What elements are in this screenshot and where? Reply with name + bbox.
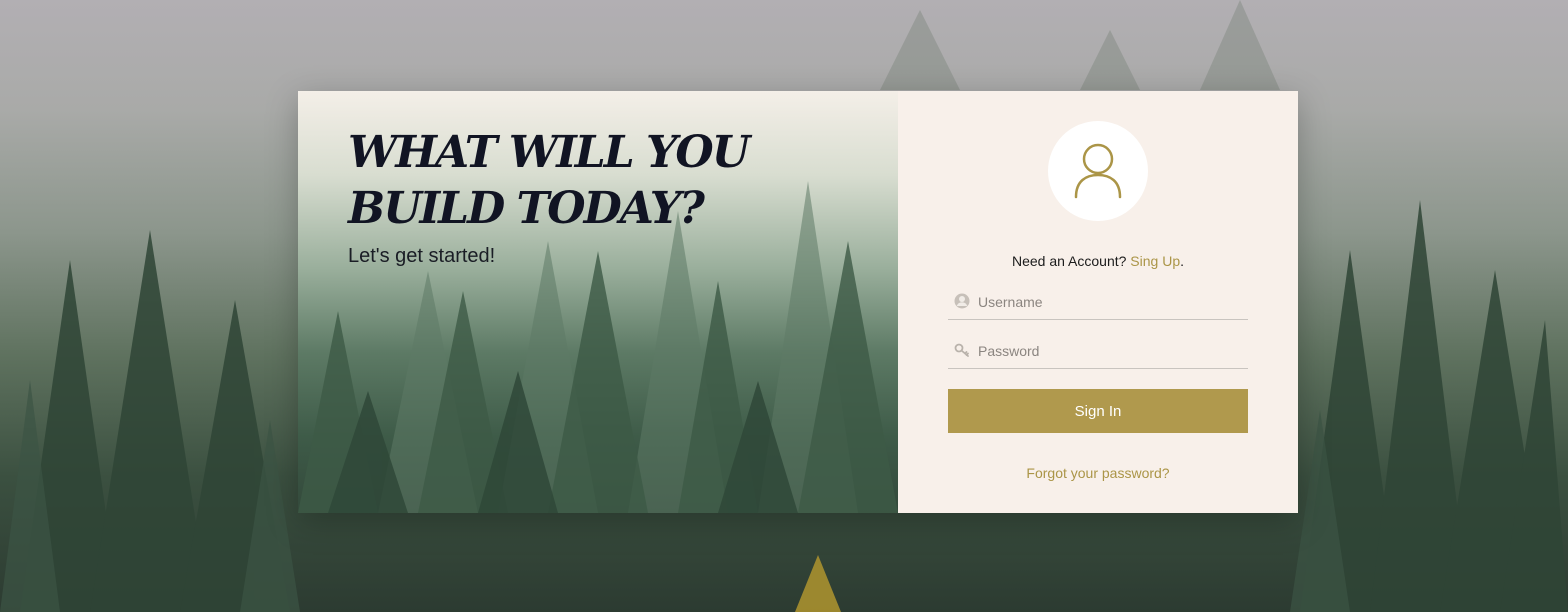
need-account-text: Need an Account?: [1011, 253, 1127, 269]
password-field: [948, 336, 1248, 369]
hero-subtitle: Let's get started!: [348, 245, 496, 267]
forgot-password-link[interactable]: Forgot your password?: [898, 465, 1298, 481]
login-card: WHAT WILL YOU BUILD TODAY? Let's get sta…: [298, 91, 1298, 513]
sign-in-button[interactable]: Sign In: [948, 389, 1248, 433]
avatar: [1048, 121, 1148, 221]
need-account-line: Need an Account? Sing Up.: [898, 253, 1298, 269]
hero-title: WHAT WILL YOU BUILD TODAY?: [348, 127, 750, 234]
key-icon: [954, 343, 969, 357]
login-panel: Need an Account? Sing Up. Sign In Forgot…: [898, 91, 1298, 513]
need-account-period: .: [1180, 253, 1184, 269]
user-outline-icon: [1074, 143, 1122, 199]
signup-link[interactable]: Sing Up: [1130, 253, 1180, 269]
hero-panel: WHAT WILL YOU BUILD TODAY? Let's get sta…: [298, 91, 898, 513]
user-circle-icon: [954, 293, 970, 309]
username-field: [948, 287, 1248, 320]
username-input[interactable]: [978, 289, 1243, 315]
password-input[interactable]: [978, 338, 1243, 364]
